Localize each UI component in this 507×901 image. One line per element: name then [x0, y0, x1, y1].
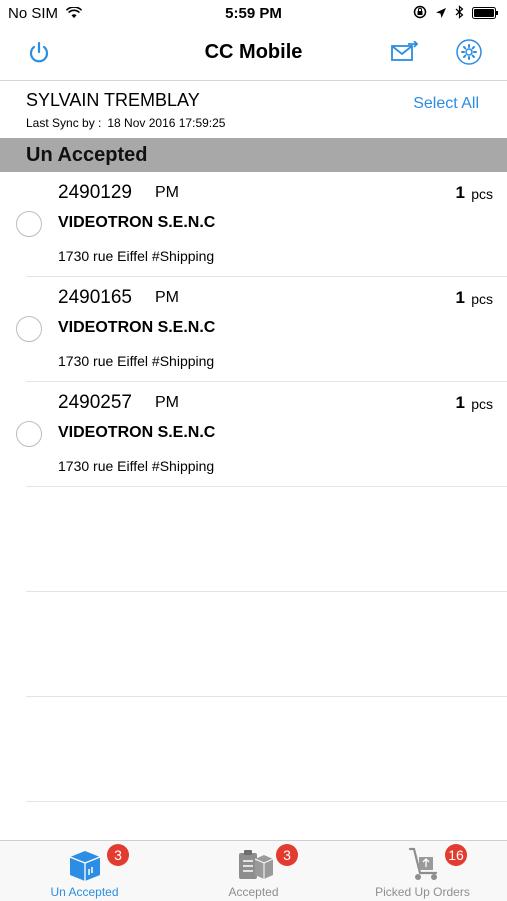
- select-radio[interactable]: [16, 211, 42, 237]
- order-number: 2490257: [58, 392, 132, 413]
- location-icon: [435, 6, 447, 24]
- empty-row: [26, 697, 507, 802]
- empty-row: [26, 487, 507, 592]
- select-radio[interactable]: [16, 316, 42, 342]
- tab-label: Un Accepted: [50, 885, 119, 899]
- order-qty: 1: [455, 288, 465, 307]
- tab-bar: 3 Un Accepted 3 Accepted 16 Picked Up Or…: [0, 840, 507, 901]
- tab-label: Picked Up Orders: [375, 885, 470, 899]
- order-address: 1730 rue Eiffel #Shipping: [58, 248, 215, 264]
- last-sync-label: Last Sync by :: [26, 116, 102, 130]
- order-row[interactable]: 2490257 PM 1 pcs VIDEOTRON S.E.N.C 1730 …: [16, 382, 507, 487]
- status-icons: [413, 5, 499, 24]
- orientation-lock-icon: [413, 5, 427, 24]
- page-title: CC Mobile: [204, 41, 303, 63]
- order-row[interactable]: 2490129 PM 1 pcs VIDEOTRON S.E.N.C 1730 …: [16, 172, 507, 277]
- order-period: PM: [155, 184, 179, 201]
- order-unit: pcs: [471, 291, 493, 307]
- section-title: Un Accepted: [26, 144, 148, 166]
- status-bar: No SIM 5:59 PM: [0, 0, 507, 28]
- order-address: 1730 rue Eiffel #Shipping: [58, 353, 215, 369]
- tab-un-accepted[interactable]: 3 Un Accepted: [0, 841, 169, 901]
- hand-truck-icon: [404, 847, 442, 881]
- order-period: PM: [155, 394, 179, 411]
- battery-icon: [472, 6, 499, 24]
- order-unit: pcs: [471, 396, 493, 412]
- tab-badge: 16: [445, 844, 467, 866]
- order-period: PM: [155, 289, 179, 306]
- tab-label: Accepted: [228, 885, 279, 899]
- tab-accepted[interactable]: 3 Accepted: [169, 841, 338, 901]
- user-header: SYLVAIN TREMBLAY Last Sync by : 18 Nov 20…: [0, 80, 507, 138]
- order-company: VIDEOTRON S.E.N.C: [58, 319, 216, 336]
- order-number: 2490129: [58, 182, 132, 203]
- gear-icon[interactable]: [455, 38, 483, 66]
- order-address: 1730 rue Eiffel #Shipping: [58, 458, 215, 474]
- order-company: VIDEOTRON S.E.N.C: [58, 214, 216, 231]
- clipboard-box-icon: [235, 847, 274, 881]
- order-row[interactable]: 2490165 PM 1 pcs VIDEOTRON S.E.N.C 1730 …: [16, 277, 507, 382]
- order-qty: 1: [455, 393, 465, 412]
- nav-bar: CC Mobile: [0, 28, 507, 81]
- order-list: 2490129 PM 1 pcs VIDEOTRON S.E.N.C 1730 …: [0, 172, 507, 802]
- order-number: 2490165: [58, 287, 132, 308]
- bluetooth-icon: [455, 5, 464, 24]
- select-all-button[interactable]: Select All: [413, 95, 479, 113]
- order-unit: pcs: [471, 186, 493, 202]
- user-name: SYLVAIN TREMBLAY: [26, 90, 200, 110]
- order-company: VIDEOTRON S.E.N.C: [58, 424, 216, 441]
- send-mail-icon[interactable]: [391, 40, 419, 65]
- boxes-icon: [66, 847, 104, 881]
- section-header: Un Accepted: [0, 138, 507, 172]
- select-radio[interactable]: [16, 421, 42, 447]
- order-qty: 1: [455, 183, 465, 202]
- last-sync: Last Sync by : 18 Nov 2016 17:59:25: [26, 116, 231, 130]
- tab-badge: 3: [107, 844, 129, 866]
- tab-badge: 3: [276, 844, 298, 866]
- last-sync-value: 18 Nov 2016 17:59:25: [107, 116, 226, 130]
- empty-row: [26, 592, 507, 697]
- tab-picked-up-orders[interactable]: 16 Picked Up Orders: [338, 841, 507, 901]
